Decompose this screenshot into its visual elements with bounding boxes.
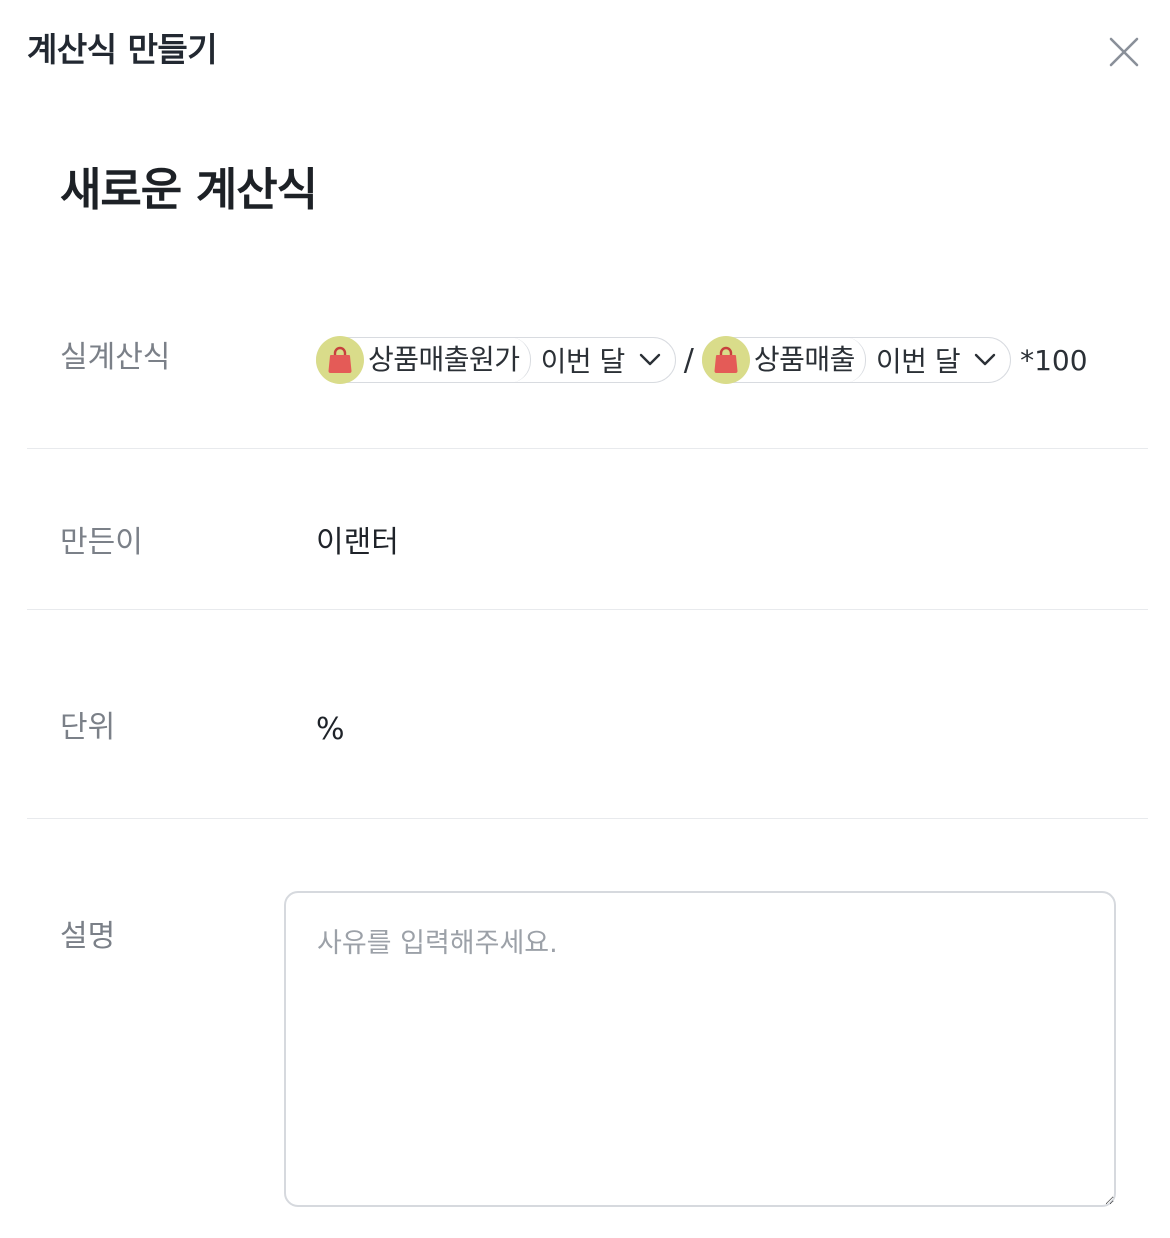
- formula-expression: 상품매출원가 이번 달 / 상품매출 이번 달 *100: [316, 336, 1088, 384]
- description-label: 설명: [60, 919, 116, 954]
- divider: [27, 818, 1148, 819]
- metric-avatar: [316, 336, 364, 384]
- divider: [27, 609, 1148, 610]
- operator: /: [683, 342, 694, 378]
- modal-title: 계산식 만들기: [27, 30, 218, 69]
- period-value: 이번 달: [540, 345, 626, 378]
- metric-chip[interactable]: 상품매출원가 이번 달: [316, 336, 676, 384]
- metric-avatar: [701, 336, 750, 384]
- unit-label: 단위: [60, 710, 116, 745]
- formula-name: 새로운 계산식: [60, 163, 318, 216]
- divider: [27, 448, 1148, 449]
- creator-label: 만든이: [60, 525, 143, 560]
- period-dropdown[interactable]: 이번 달: [531, 340, 675, 380]
- expression-label: 실계산식: [60, 340, 171, 375]
- metric-name: 상품매출원가: [364, 337, 531, 383]
- shopping-bag-icon: [328, 346, 352, 373]
- close-icon: [1109, 37, 1139, 67]
- unit-value: %: [316, 712, 345, 747]
- formula-suffix: *100: [1020, 343, 1088, 377]
- metric-name: 상품매출: [750, 337, 866, 383]
- shopping-bag-icon: [714, 346, 738, 373]
- period-dropdown[interactable]: 이번 달: [866, 340, 1010, 380]
- description-textarea[interactable]: [284, 891, 1116, 1207]
- creator-value: 이랜터: [316, 525, 399, 560]
- metric-chip[interactable]: 상품매출 이번 달: [701, 336, 1012, 384]
- close-button[interactable]: [1102, 30, 1146, 74]
- chevron-down-icon: [974, 353, 996, 366]
- period-value: 이번 달: [875, 345, 961, 378]
- chevron-down-icon: [639, 353, 660, 366]
